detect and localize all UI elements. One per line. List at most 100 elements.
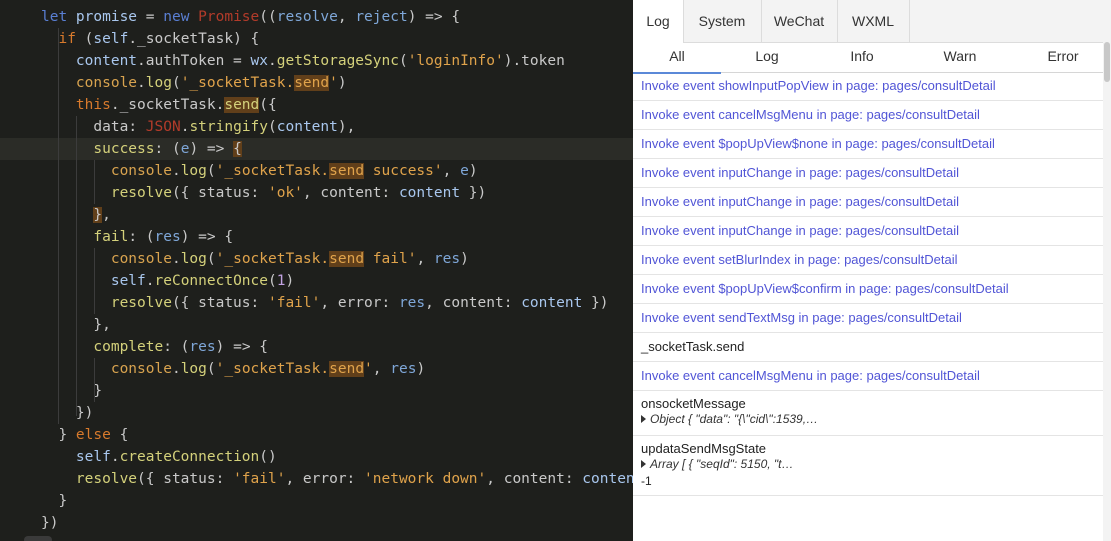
expand-triangle-icon[interactable] bbox=[641, 414, 646, 423]
log-entry[interactable]: Invoke event sendTextMsg in page: pages/… bbox=[633, 304, 1103, 333]
code-token: content bbox=[276, 119, 338, 135]
tab-log[interactable]: Log bbox=[633, 0, 684, 43]
code-line[interactable]: resolve({ status: 'fail', error: 'networ… bbox=[0, 468, 633, 490]
code-token: Promise bbox=[198, 9, 260, 25]
code-token: , bbox=[102, 207, 111, 223]
code-token: ' bbox=[364, 361, 373, 377]
code-line[interactable]: content.authToken = wx.getStorageSync('l… bbox=[0, 50, 633, 72]
code-token: , bbox=[442, 163, 461, 179]
code-token: (( bbox=[259, 9, 277, 25]
console-scrollbar[interactable] bbox=[1103, 28, 1111, 541]
code-token: '_socketTask. bbox=[180, 75, 295, 91]
code-token: res bbox=[433, 251, 461, 267]
log-entry[interactable]: updataSendMsgState Array [ { "seqId": 515… bbox=[633, 436, 1103, 496]
code-line[interactable]: console.log('_socketTask.send') bbox=[0, 72, 633, 94]
code-token: , error: bbox=[320, 295, 399, 311]
log-entry[interactable]: Invoke event inputChange in page: pages/… bbox=[633, 188, 1103, 217]
code-token: } bbox=[41, 427, 76, 443]
log-message: Invoke event sendTextMsg in page: pages/… bbox=[641, 310, 962, 325]
code-token: ._socketTask) { bbox=[128, 31, 260, 47]
code-line[interactable]: }, bbox=[0, 314, 633, 336]
log-message: Invoke event $popUpView$confirm in page:… bbox=[641, 281, 1009, 296]
code-token: : ( bbox=[128, 229, 155, 245]
log-entry[interactable]: Invoke event showInputPopView in page: p… bbox=[633, 72, 1103, 101]
code-token: console bbox=[41, 251, 172, 267]
expandable-object[interactable]: Array [ { "seqId": 5150, "t… bbox=[641, 457, 794, 471]
code-line[interactable]: this._socketTask.send({ bbox=[0, 94, 633, 116]
filter-log[interactable]: Log bbox=[721, 43, 813, 72]
code-token: , bbox=[416, 251, 434, 267]
indent-guide bbox=[94, 248, 95, 314]
code-token: }) bbox=[41, 405, 94, 421]
code-token: ' bbox=[329, 75, 338, 91]
code-line[interactable]: self.createConnection() bbox=[0, 446, 633, 468]
editor-scrollbar-thumb[interactable] bbox=[24, 536, 52, 541]
expandable-object[interactable]: Object { "data": "{\"cid\":1539,… bbox=[641, 412, 818, 426]
code-line[interactable]: }) bbox=[0, 402, 633, 424]
filter-all[interactable]: All bbox=[633, 43, 721, 74]
tab-wechat[interactable]: WeChat bbox=[761, 0, 838, 42]
code-token: content bbox=[521, 295, 583, 311]
code-line[interactable]: let promise = new Promise((resolve, reje… bbox=[0, 6, 633, 28]
code-token: success' bbox=[364, 163, 443, 179]
code-editor[interactable]: let promise = new Promise((resolve, reje… bbox=[0, 0, 633, 541]
filter-warn[interactable]: Warn bbox=[911, 43, 1009, 72]
filter-info[interactable]: Info bbox=[813, 43, 911, 72]
code-token: '_socketTask. bbox=[215, 251, 330, 267]
log-entry[interactable]: Invoke event cancelMsgMenu in page: page… bbox=[633, 362, 1103, 391]
log-entry[interactable]: Invoke event inputChange in page: pages/… bbox=[633, 217, 1103, 246]
expand-triangle-icon[interactable] bbox=[641, 459, 646, 468]
code-token: ({ status: bbox=[137, 471, 234, 487]
code-token: console bbox=[41, 361, 172, 377]
log-message: Invoke event inputChange in page: pages/… bbox=[641, 194, 959, 209]
log-entry[interactable]: Invoke event $popUpView$confirm in page:… bbox=[633, 275, 1103, 304]
log-message: Invoke event inputChange in page: pages/… bbox=[641, 223, 959, 238]
log-entry[interactable]: onsocketMessage Object { "data": "{\"cid\… bbox=[633, 391, 1103, 436]
code-token: } bbox=[41, 493, 68, 509]
code-line[interactable]: complete: (res) => { bbox=[0, 336, 633, 358]
code-token: getStorageSync bbox=[276, 53, 399, 69]
code-line[interactable]: } bbox=[0, 490, 633, 512]
code-token: , content: bbox=[302, 185, 399, 201]
log-entry[interactable]: _socketTask.send bbox=[633, 333, 1103, 362]
console-scrollbar-thumb[interactable] bbox=[1104, 42, 1110, 82]
code-line[interactable]: data: JSON.stringify(content), bbox=[0, 116, 633, 138]
code-token: createConnection bbox=[119, 449, 260, 465]
code-token: . bbox=[145, 273, 155, 289]
code-token: .authToken = bbox=[137, 53, 251, 69]
code-token: JSON bbox=[145, 119, 181, 135]
code-token: reject bbox=[355, 9, 408, 25]
code-token: ({ status: bbox=[171, 295, 268, 311]
log-entry[interactable]: Invoke event inputChange in page: pages/… bbox=[633, 159, 1103, 188]
code-token: else bbox=[75, 427, 111, 443]
log-entry[interactable]: Invoke event cancelMsgMenu in page: page… bbox=[633, 101, 1103, 130]
code-token: log bbox=[180, 163, 207, 179]
code-token: send bbox=[329, 163, 365, 179]
code-token: log bbox=[180, 361, 207, 377]
code-token: e bbox=[460, 163, 469, 179]
code-line[interactable]: }, bbox=[0, 204, 633, 226]
code-token: . bbox=[268, 53, 277, 69]
code-token: , bbox=[337, 9, 356, 25]
code-token: . bbox=[171, 361, 181, 377]
code-token: resolve bbox=[276, 9, 338, 25]
filter-error[interactable]: Error bbox=[1009, 43, 1111, 72]
log-entry[interactable]: Invoke event setBlurIndex in page: pages… bbox=[633, 246, 1103, 275]
log-message: Invoke event setBlurIndex in page: pages… bbox=[641, 252, 958, 267]
tab-system[interactable]: System bbox=[683, 0, 762, 42]
log-entry[interactable]: Invoke event $popUpView$none in page: pa… bbox=[633, 130, 1103, 159]
tab-wxml[interactable]: WXML bbox=[837, 0, 910, 42]
code-line[interactable]: if (self._socketTask) { bbox=[0, 28, 633, 50]
code-token: ( bbox=[206, 251, 216, 267]
code-token: send bbox=[329, 361, 365, 377]
code-token: : bbox=[128, 119, 146, 135]
code-line[interactable]: } else { bbox=[0, 424, 633, 446]
log-message: Invoke event showInputPopView in page: p… bbox=[641, 78, 996, 93]
editor-horizontal-scrollbar[interactable] bbox=[0, 529, 633, 541]
code-line[interactable]: success: (e) => { bbox=[0, 138, 633, 160]
code-token: this bbox=[41, 97, 111, 113]
code-line[interactable]: fail: (res) => { bbox=[0, 226, 633, 248]
code-token: 'network down' bbox=[364, 471, 487, 487]
log-message: Invoke event $popUpView$none in page: pa… bbox=[641, 136, 995, 151]
